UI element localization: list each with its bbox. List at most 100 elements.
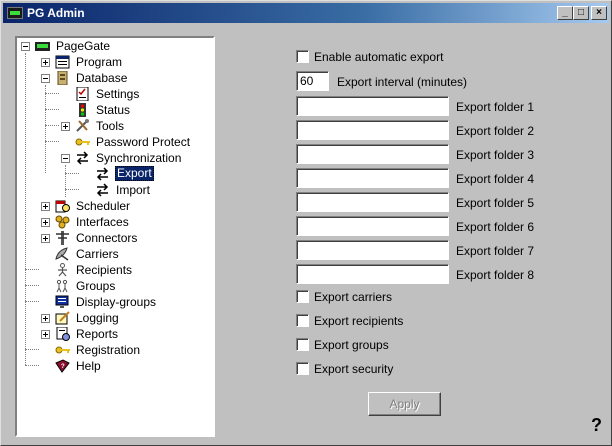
tree-item-reports[interactable]: Reports: [17, 326, 207, 342]
tree-item-label: Database: [76, 71, 128, 85]
export-folder-1-label: Export folder 1: [456, 100, 535, 114]
interfaces-icon: [55, 215, 70, 229]
tree-item-import[interactable]: Import: [17, 182, 207, 198]
export-security-row[interactable]: Export security: [296, 360, 496, 378]
navigation-tree[interactable]: PageGate Program Database Settings Statu…: [15, 36, 215, 437]
tree-item-label: Connectors: [76, 231, 138, 245]
collapse-toggle[interactable]: [21, 42, 30, 51]
expand-toggle[interactable]: [41, 58, 50, 67]
tree-item-pagegate[interactable]: PageGate: [17, 38, 207, 54]
tree-item-help[interactable]: ? Help: [17, 358, 207, 374]
title-bar[interactable]: PG Admin _ □ ×: [3, 3, 609, 23]
expand-toggle[interactable]: [41, 202, 50, 211]
export-folder-4-input[interactable]: [296, 168, 449, 188]
export-carriers-row[interactable]: Export carriers: [296, 288, 496, 306]
tree-item-label: Reports: [76, 327, 119, 341]
maximize-button[interactable]: □: [573, 6, 589, 20]
tree-item-logging[interactable]: Logging: [17, 310, 207, 326]
tree-item-label: PageGate: [56, 39, 111, 53]
tree-item-label: Tools: [96, 119, 125, 133]
key-icon: [75, 138, 90, 146]
export-folder-8-input[interactable]: [296, 264, 449, 284]
sync-icon: [76, 151, 89, 165]
group-icon: [56, 279, 68, 293]
export-groups-checkbox[interactable]: [296, 338, 309, 351]
satellite-icon: [55, 247, 69, 261]
enable-export-checkbox[interactable]: [296, 50, 309, 63]
minimize-button[interactable]: _: [557, 6, 573, 20]
export-recipients-checkbox[interactable]: [296, 314, 309, 327]
export-folder-5-input[interactable]: [296, 192, 449, 212]
tree-item-password-protect[interactable]: Password Protect: [17, 134, 207, 150]
tree-item-label: Program: [76, 55, 123, 69]
pager-icon: [35, 42, 50, 51]
tree-item-carriers[interactable]: Carriers: [17, 246, 207, 262]
export-recipients-row[interactable]: Export recipients: [296, 312, 496, 330]
enable-export-label: Enable automatic export: [314, 50, 444, 64]
collapse-toggle[interactable]: [61, 154, 70, 163]
tree-item-label: Password Protect: [96, 135, 191, 149]
tree-item-export[interactable]: Export: [17, 166, 207, 182]
database-icon: [57, 71, 68, 85]
tree-item-connectors[interactable]: Connectors: [17, 230, 207, 246]
tree-item-label: Display-groups: [76, 295, 157, 309]
tools-icon: [76, 119, 89, 132]
tree-item-label: Recipients: [76, 263, 133, 277]
expand-toggle[interactable]: [61, 122, 70, 131]
apply-button[interactable]: Apply: [368, 392, 441, 416]
window-title: PG Admin: [27, 6, 85, 20]
tree-item-label: Import: [116, 183, 151, 197]
tree-item-status[interactable]: Status: [17, 102, 207, 118]
export-recipients-label: Export recipients: [314, 314, 404, 328]
export-folder-7-label: Export folder 7: [456, 244, 535, 258]
export-folder-3-input[interactable]: [296, 144, 449, 164]
expand-toggle[interactable]: [41, 330, 50, 339]
expand-toggle[interactable]: [41, 234, 50, 243]
tree-item-registration[interactable]: Registration: [17, 342, 207, 358]
export-carriers-checkbox[interactable]: [296, 290, 309, 303]
export-carriers-label: Export carriers: [314, 290, 393, 304]
scheduler-icon: [55, 200, 70, 213]
tree-item-scheduler[interactable]: Scheduler: [17, 198, 207, 214]
export-security-checkbox[interactable]: [296, 362, 309, 375]
tree-item-program[interactable]: Program: [17, 54, 207, 70]
tree-item-label: Interfaces: [76, 215, 129, 229]
program-icon: [55, 55, 70, 69]
export-folder-2-input[interactable]: [296, 120, 449, 140]
close-button[interactable]: ×: [591, 6, 607, 20]
logging-icon: [55, 311, 70, 325]
tree-item-recipients[interactable]: Recipients: [17, 262, 207, 278]
tree-item-label: Synchronization: [96, 151, 182, 165]
enable-export-row[interactable]: Enable automatic export: [296, 48, 496, 66]
status-icon: [79, 103, 86, 117]
expand-toggle[interactable]: [41, 314, 50, 323]
tree-item-settings[interactable]: Settings: [17, 86, 207, 102]
export-groups-row[interactable]: Export groups: [296, 336, 496, 354]
export-folder-1-input[interactable]: [296, 96, 449, 116]
export-folder-6-input[interactable]: [296, 216, 449, 236]
person-icon: [58, 263, 67, 277]
tree-item-database[interactable]: Database: [17, 70, 207, 86]
tree-item-label: Settings: [96, 87, 140, 101]
tree-item-label: Registration: [76, 343, 141, 357]
tree-item-tools[interactable]: Tools: [17, 118, 207, 134]
tree-item-label: Carriers: [76, 247, 119, 261]
display-icon: [55, 295, 69, 308]
help-book-icon: ?: [55, 359, 70, 373]
tree-item-display-groups[interactable]: Display-groups: [17, 294, 207, 310]
tree-item-label: Groups: [76, 279, 116, 293]
export-folder-4-label: Export folder 4: [456, 172, 535, 186]
tree-item-label: Status: [96, 103, 131, 117]
export-interval-input[interactable]: [296, 71, 329, 91]
key-icon: [55, 346, 70, 354]
tree-item-interfaces[interactable]: Interfaces: [17, 214, 207, 230]
expand-toggle[interactable]: [41, 218, 50, 227]
sync-icon: [96, 167, 109, 181]
tree-item-synchronization[interactable]: Synchronization: [17, 150, 207, 166]
tree-item-groups[interactable]: Groups: [17, 278, 207, 294]
context-help-icon[interactable]: ?: [591, 415, 602, 436]
export-security-label: Export security: [314, 362, 394, 376]
collapse-toggle[interactable]: [41, 74, 50, 83]
export-folder-7-input[interactable]: [296, 240, 449, 260]
tree-item-label: Export: [115, 166, 154, 181]
